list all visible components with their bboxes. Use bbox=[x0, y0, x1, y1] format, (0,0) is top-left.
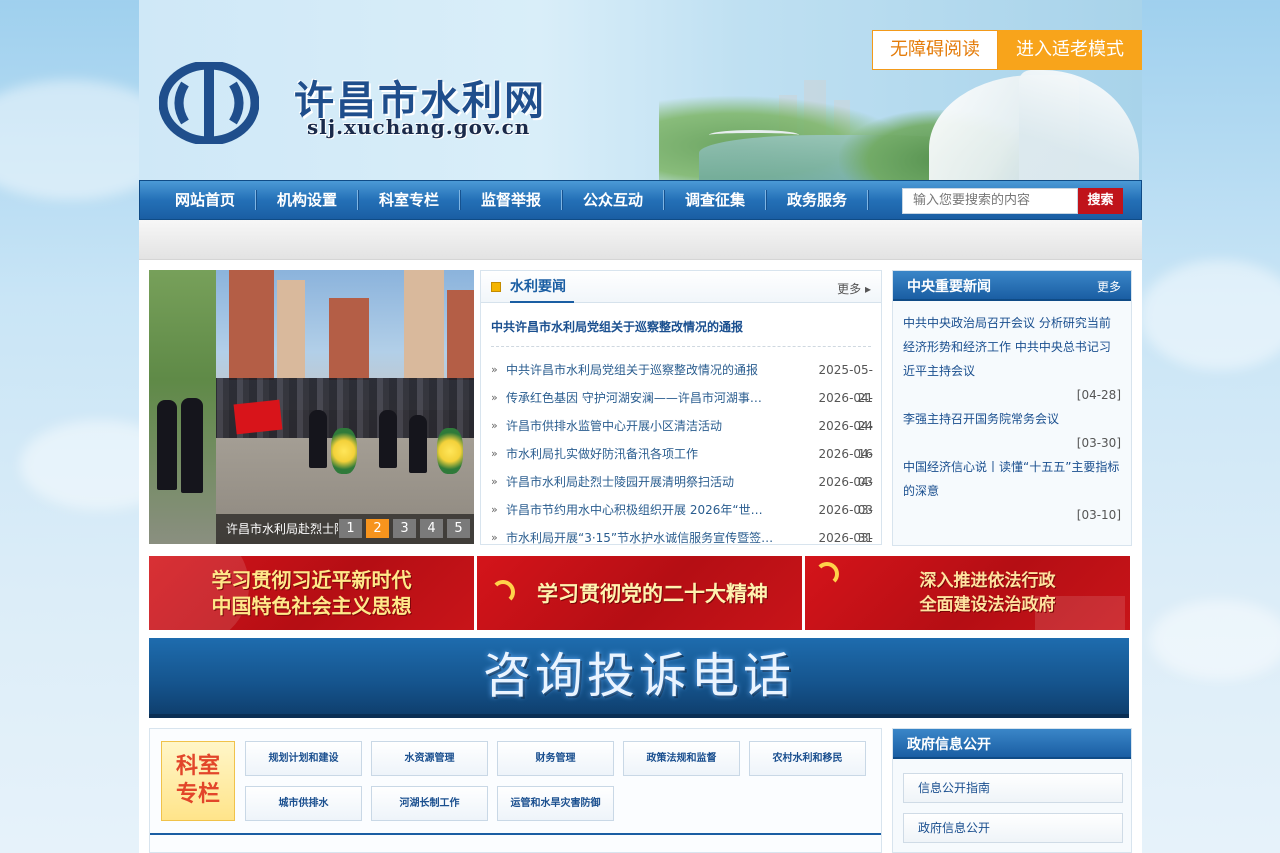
news-item[interactable]: » 许昌市供排水监管中心开展小区清洁活动 2026-04-16 bbox=[491, 412, 873, 461]
water-news-header: 水利要闻 更多 ▸ bbox=[481, 271, 881, 303]
gov-info-panel: 政府信息公开 信息公开指南 政府信息公开 bbox=[892, 728, 1132, 853]
central-news-date: [04-28] bbox=[1076, 388, 1121, 402]
news-item[interactable]: » 传承红色基因 守护河湖安澜——许昌市河湖事… 2026-04-24 bbox=[491, 384, 873, 433]
slider-page-4[interactable]: 4 bbox=[420, 519, 443, 538]
slider-page-3[interactable]: 3 bbox=[393, 519, 416, 538]
complaint-hotline-text: 咨询投诉电话 bbox=[482, 648, 795, 704]
slider-caption[interactable]: 许昌市水利局赴烈士陵 bbox=[226, 520, 338, 537]
banner-xi-thought-line1: 学习贯彻习近平新时代 bbox=[211, 568, 412, 592]
site-logo-icon[interactable] bbox=[159, 62, 259, 144]
dept-link[interactable]: 政策法规和监督 bbox=[623, 741, 740, 776]
department-column-panel: 科室 专栏 规划计划和建设 水资源管理 财务管理 政策法规和监督 农村水利和移民… bbox=[149, 728, 882, 853]
dept-link[interactable]: 规划计划和建设 bbox=[245, 741, 362, 776]
central-news-title[interactable]: 中央重要新闻 bbox=[907, 271, 991, 303]
news-item[interactable]: » 许昌市水利局赴烈士陵园开展清明祭扫活动 2026-04-03 bbox=[491, 468, 873, 517]
bullet-icon: » bbox=[491, 363, 498, 376]
water-news-list: » 中共许昌市水利局党组关于巡察整改情况的通报 2025-05-21 » 传承红色基因… bbox=[491, 356, 873, 573]
dept-link[interactable]: 城市供排水 bbox=[245, 786, 362, 821]
gov-info-title[interactable]: 政府信息公开 bbox=[907, 729, 991, 761]
nav-item-organization[interactable]: 机构设置 bbox=[256, 180, 358, 220]
accessibility-buttons: 无障碍阅读 进入适老模式 bbox=[872, 30, 1142, 70]
bullet-icon: » bbox=[491, 475, 498, 488]
central-news-date: [03-30] bbox=[1076, 436, 1121, 450]
central-news-header: 中央重要新闻 更多 bbox=[893, 271, 1131, 301]
nav-item-supervision[interactable]: 监督举报 bbox=[460, 180, 562, 220]
news-item[interactable]: » 市水利局扎实做好防汛备汛各项工作 2026-04-03 bbox=[491, 440, 873, 489]
nav-item-services[interactable]: 政务服务 bbox=[766, 180, 868, 220]
water-news-more-link[interactable]: 更多 ▸ bbox=[837, 280, 871, 297]
gov-info-header: 政府信息公开 bbox=[893, 729, 1131, 759]
dept-link[interactable]: 水资源管理 bbox=[371, 741, 488, 776]
news-item[interactable]: »市水利局开展“3·15”节水护水诚信服务宣传暨签…2026-03-13 bbox=[491, 524, 873, 573]
sub-bar bbox=[139, 220, 1142, 260]
nav-item-survey[interactable]: 调查征集 bbox=[664, 180, 766, 220]
dept-link[interactable]: 财务管理 bbox=[497, 741, 614, 776]
water-news-headline[interactable]: 中共许昌市水利局党组关于巡察整改情况的通报 bbox=[491, 318, 743, 335]
gov-info-disclosure-link[interactable]: 政府信息公开 bbox=[903, 813, 1123, 843]
bullet-icon: » bbox=[491, 447, 498, 460]
photo-slider[interactable]: 许昌市水利局赴烈士陵 1 2 3 4 5 bbox=[149, 270, 474, 544]
central-news-date: [03-10] bbox=[1076, 508, 1121, 522]
department-column-badge: 科室 专栏 bbox=[161, 741, 235, 821]
central-news-item[interactable]: 李强主持召开国务院常务会议 bbox=[903, 407, 1121, 431]
bullet-icon: » bbox=[491, 391, 498, 404]
banner-rule-of-law[interactable]: 深入推进依法行政 全面建设法治政府 bbox=[805, 556, 1130, 630]
slider-page-5[interactable]: 5 bbox=[447, 519, 470, 538]
accessible-reading-button[interactable]: 无障碍阅读 bbox=[872, 30, 998, 70]
banner-xi-thought[interactable]: 学习贯彻习近平新时代 中国特色社会主义思想 bbox=[149, 556, 474, 630]
water-news-panel: 水利要闻 更多 ▸ 中共许昌市水利局党组关于巡察整改情况的通报 » 中共许昌市水利… bbox=[480, 270, 882, 573]
central-news-panel: 中央重要新闻 更多 中共中央政治局召开会议 分析研究当前经济形势和经济工作 中共… bbox=[892, 270, 1132, 546]
banner-rule-of-law-line2: 全面建设法治政府 bbox=[919, 595, 1056, 615]
nav-item-home[interactable]: 网站首页 bbox=[154, 180, 256, 220]
banner-20th-congress[interactable]: 学习贯彻党的二十大精神 bbox=[477, 556, 802, 630]
banner-rule-of-law-line1: 深入推进依法行政 bbox=[919, 571, 1056, 591]
dept-link[interactable]: 运管和水旱灾害防御 bbox=[497, 786, 614, 821]
news-item[interactable]: » 中共许昌市水利局党组关于巡察整改情况的通报 2025-05-21 bbox=[491, 356, 873, 405]
slider-page-1[interactable]: 1 bbox=[339, 519, 362, 538]
bullet-icon: » bbox=[491, 419, 498, 432]
site-header: 许昌市水利网 slj.xuchang.gov.cn 无障碍阅读 进入适老模式 bbox=[139, 0, 1142, 180]
site-domain: slj.xuchang.gov.cn bbox=[307, 115, 531, 139]
banner-20th-congress-text: 学习贯彻党的二十大精神 bbox=[537, 581, 768, 606]
slider-pagination: 1 2 3 4 5 bbox=[339, 519, 470, 538]
search-button[interactable]: 搜索 bbox=[1078, 188, 1123, 214]
news-item[interactable]: » 许昌市节约用水中心积极组织开展 2026年“世… 2026-03-31 bbox=[491, 496, 873, 545]
bullet-icon: » bbox=[491, 503, 498, 516]
bullet-icon: » bbox=[491, 531, 498, 544]
water-news-title[interactable]: 水利要闻 bbox=[510, 271, 574, 303]
section-marker-icon bbox=[491, 282, 501, 292]
central-news-item[interactable]: 中国经济信心说丨读懂“十五五”主要指标的深意 bbox=[903, 455, 1121, 503]
page-wrapper: 许昌市水利网 slj.xuchang.gov.cn 无障碍阅读 进入适老模式 网… bbox=[139, 0, 1142, 853]
banner-xi-thought-line2: 中国特色社会主义思想 bbox=[211, 594, 412, 618]
dept-link[interactable]: 河湖长制工作 bbox=[371, 786, 488, 821]
main-content: 许昌市水利局赴烈士陵 1 2 3 4 5 水利要闻 更多 ▸ 中共许昌市水利局党… bbox=[139, 260, 1142, 853]
nav-item-interaction[interactable]: 公众互动 bbox=[562, 180, 664, 220]
main-nav: 网站首页 机构设置 科室专栏 监督举报 公众互动 调查征集 政务服务 输入您要搜… bbox=[139, 180, 1142, 220]
complaint-hotline-banner[interactable]: 咨询投诉电话 bbox=[149, 638, 1129, 718]
central-news-item[interactable]: 中共中央政治局召开会议 分析研究当前经济形势和经济工作 中共中央总书记习近平主持… bbox=[903, 311, 1121, 383]
central-news-more-link[interactable]: 更多 bbox=[1097, 278, 1121, 295]
gov-info-guide-link[interactable]: 信息公开指南 bbox=[903, 773, 1123, 803]
nav-item-departments[interactable]: 科室专栏 bbox=[358, 180, 460, 220]
search-input[interactable]: 输入您要搜索的内容 bbox=[902, 188, 1078, 214]
central-news-list: 中共中央政治局召开会议 分析研究当前经济形势和经济工作 中共中央总书记习近平主持… bbox=[893, 301, 1131, 527]
slider-page-2[interactable]: 2 bbox=[366, 519, 389, 538]
dept-link[interactable]: 农村水利和移民 bbox=[749, 741, 866, 776]
elder-mode-button[interactable]: 进入适老模式 bbox=[998, 30, 1142, 70]
